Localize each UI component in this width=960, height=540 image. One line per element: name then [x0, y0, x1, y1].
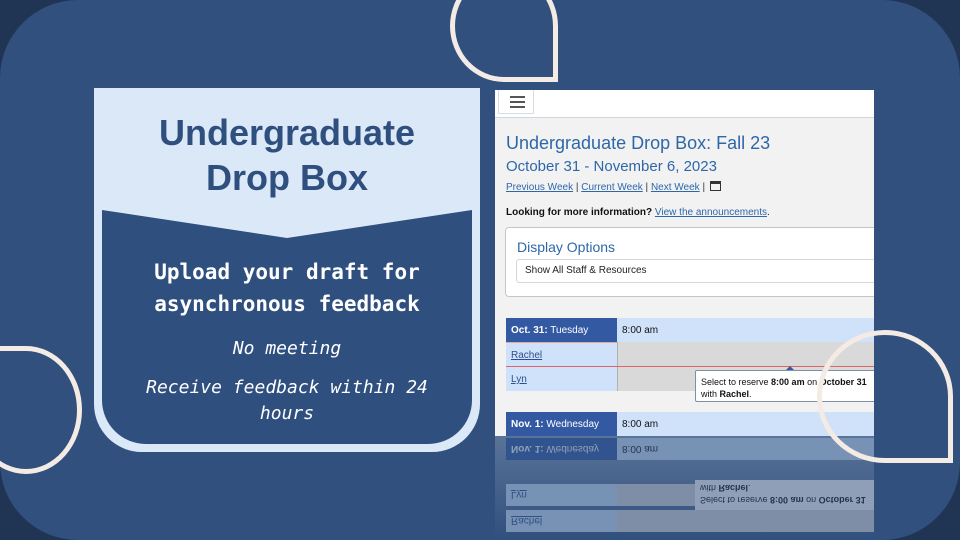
card-upload-text: Upload your draft for asynchronous feedb… [102, 256, 472, 320]
day-date: Nov. 1: [511, 419, 544, 430]
reflection-staff: Lyn [506, 484, 617, 506]
display-options-title: Display Options [517, 239, 616, 255]
tooltip-prefix: Select to reserve [701, 377, 769, 387]
reflection-date: Nov. 1: [511, 443, 544, 454]
tooltip-end: . [749, 389, 752, 399]
calendar-icon[interactable] [709, 181, 721, 191]
announcements-link[interactable]: View the announcements [655, 207, 767, 218]
reflection-row: Rachel [506, 510, 874, 532]
tooltip-name: Rachel [719, 389, 750, 399]
tooltip-time: 8:00 am [771, 377, 805, 387]
card-title: Undergraduate Drop Box [94, 110, 480, 200]
day-date: Oct. 31: [511, 325, 548, 336]
no-meeting-text: No meeting [232, 338, 342, 359]
upload-line-2: asynchronous feedback [154, 292, 420, 316]
receive-feedback-text: Receive feedback within 24 hours [146, 377, 428, 424]
info-card: Undergraduate Drop Box Upload your draft… [94, 88, 480, 452]
previous-week-link[interactable]: Previous Week [506, 182, 573, 193]
nav-separator: | [702, 182, 706, 193]
reflection-tooltip-time: 8:00 am [770, 495, 804, 505]
staff-filter-select[interactable]: Show All Staff & Resources [516, 259, 874, 283]
info-prefix: Looking for more information? [506, 207, 653, 218]
schedule-title: Undergraduate Drop Box: Fall 23 [506, 133, 771, 153]
reflection-tooltip-date: October 31 [818, 495, 866, 505]
current-week-link[interactable]: Current Week [581, 182, 643, 193]
reflection-tooltip-on: on [806, 495, 817, 505]
reflection-row: Nov. 1: Wednesday 8:00 am [506, 438, 874, 460]
next-week-link[interactable]: Next Week [651, 182, 700, 193]
top-bar [495, 90, 874, 118]
card-title-line1: Undergraduate [158, 112, 416, 153]
tooltip-on: on [807, 377, 818, 387]
reflection-tooltip-prefix: Select to reserve [700, 495, 768, 505]
reflection-day-header: Nov. 1: Wednesday [506, 438, 617, 460]
reflection-tooltip-end: . [748, 483, 751, 493]
time-slot-header: 8:00 am [617, 318, 874, 342]
card-title-line2: Drop Box [206, 157, 368, 198]
staff-link-rachel[interactable]: Rachel [506, 342, 617, 366]
date-range: October 31 - November 6, 2023 [506, 158, 717, 175]
reflection-weekday: Wednesday [546, 443, 600, 454]
reflection-tooltip-with: with [700, 483, 717, 493]
day-header-oct-31: Oct. 31: Tuesday [506, 318, 617, 342]
nav-separator: | [575, 182, 579, 193]
nav-separator: | [645, 182, 649, 193]
info-line: Looking for more information? View the a… [506, 207, 770, 218]
reflection-tooltip-name: Rachel [718, 483, 749, 493]
hamburger-icon[interactable] [498, 90, 534, 114]
display-options-box: Display Options Show All Staff & Resourc… [505, 227, 874, 297]
day-weekday: Tuesday [550, 325, 589, 336]
staff-link-lyn[interactable]: Lyn [506, 367, 617, 391]
reflection-tooltip: Select to reserve 8:00 am on October 31 … [695, 480, 874, 510]
day-header-nov-1: Nov. 1: Wednesday [506, 412, 617, 436]
reflection-content: Nov. 1: Wednesday 8:00 am Lyn Rachel Sel… [495, 436, 874, 540]
info-suffix: . [767, 207, 770, 218]
day-weekday: Wednesday [546, 419, 600, 430]
tooltip-with: with [701, 389, 718, 399]
upload-line-1: Upload your draft for [154, 260, 420, 284]
screenshot-reflection: Nov. 1: Wednesday 8:00 am Lyn Rachel Sel… [495, 436, 874, 540]
reflection-staff: Rachel [506, 510, 617, 532]
reflection-cell [617, 510, 874, 532]
decor-shape-right [817, 330, 953, 463]
week-navigation: Previous Week | Current Week | Next Week… [506, 181, 721, 193]
